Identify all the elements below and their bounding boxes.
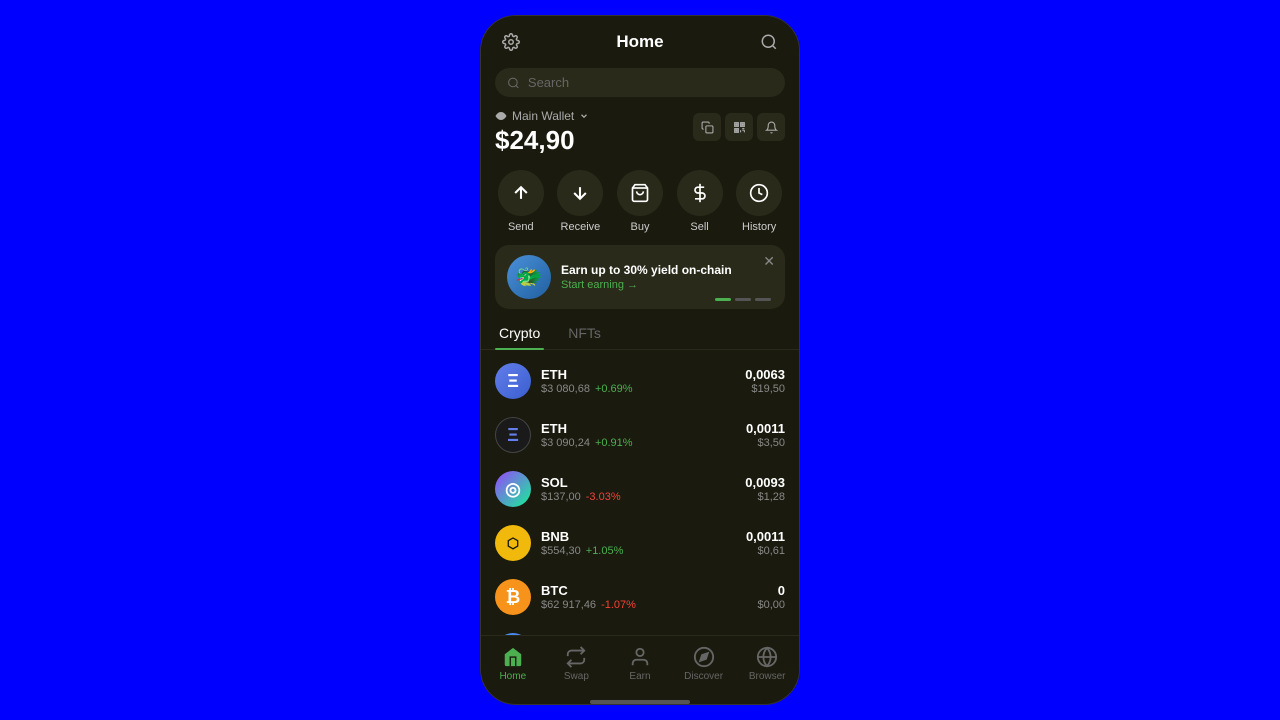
nav-browser-label: Browser [749, 671, 786, 682]
history-label: History [742, 221, 776, 233]
list-item[interactable]: ₿ BTC $62 917,46 -1.07% 0 $0,00 [481, 570, 799, 624]
list-item[interactable]: ◎ SOL $137,00 -3.03% 0,0093 $1,28 [481, 462, 799, 516]
nav-earn-label: Earn [629, 671, 650, 682]
bnb-logo: ⬡ [495, 525, 531, 561]
wallet-action-icons [693, 113, 785, 141]
swap-icon [565, 646, 587, 668]
list-item[interactable]: Ξ ETH $3 090,24 +0.91% 0,0011 $3,50 [481, 408, 799, 462]
bnb-info: BNB $554,30 +1.05% [541, 529, 736, 557]
promo-card[interactable]: 🐲 Earn up to 30% yield on-chain Start ea… [495, 245, 785, 309]
bnb-value: 0,0011 $0,61 [746, 529, 785, 557]
buy-action[interactable]: Buy [617, 170, 663, 233]
nav-discover[interactable]: Discover [672, 642, 736, 686]
browser-icon [756, 646, 778, 668]
eth-info-2: ETH $3 090,24 +0.91% [541, 421, 736, 449]
search-input[interactable] [528, 75, 773, 90]
bottom-nav: Home Swap Earn Discover Br [481, 635, 799, 700]
promo-text: Earn up to 30% yield on-chain Start earn… [561, 263, 732, 291]
page-title: Home [616, 32, 663, 52]
sol-value: 0,0093 $1,28 [745, 475, 785, 503]
earn-icon [629, 646, 651, 668]
search-icon [507, 76, 520, 90]
qr-code-button[interactable] [725, 113, 753, 141]
eth-value-1: 0,0063 $19,50 [745, 367, 785, 395]
home-icon [502, 646, 524, 668]
wallet-label: Main Wallet [495, 109, 589, 123]
chevron-down-icon [579, 111, 589, 121]
eth-logo-2: Ξ [495, 417, 531, 453]
list-item[interactable]: Ξ ETH $3 080,68 +0.69% 0,0063 $19,50 [481, 354, 799, 408]
receive-action[interactable]: Receive [557, 170, 603, 233]
buy-circle [617, 170, 663, 216]
phone-container: Home Main Wallet $24,90 [480, 15, 800, 705]
nav-earn[interactable]: Earn [608, 642, 672, 686]
sol-logo: ◎ [495, 471, 531, 507]
history-circle [736, 170, 782, 216]
eth-value-2: 0,0011 $3,50 [746, 421, 785, 449]
search-bar [495, 68, 785, 97]
receive-label: Receive [561, 221, 601, 233]
eth-logo-1: Ξ [495, 363, 531, 399]
scan-button[interactable] [755, 28, 783, 56]
nav-swap-label: Swap [564, 671, 589, 682]
promo-link[interactable]: Start earning → [561, 279, 732, 291]
promo-close-button[interactable]: ✕ [763, 253, 775, 270]
settings-button[interactable] [497, 28, 525, 56]
nav-swap[interactable]: Swap [545, 642, 609, 686]
receive-circle [557, 170, 603, 216]
send-circle [498, 170, 544, 216]
eye-icon [495, 110, 507, 122]
tab-crypto[interactable]: Crypto [495, 317, 544, 349]
list-item[interactable]: T TWT BNB Smart Chain 0 [481, 624, 799, 635]
notifications-button[interactable] [757, 113, 785, 141]
btc-value: 0 $0,00 [757, 583, 785, 611]
promo-dot-2 [735, 298, 751, 301]
wallet-section: Main Wallet $24,90 [481, 105, 799, 162]
sell-action[interactable]: Sell [677, 170, 723, 233]
actions-row: Send Receive Buy [481, 162, 799, 237]
wallet-balance: $24,90 [495, 125, 589, 156]
promo-title: Earn up to 30% yield on-chain [561, 263, 732, 277]
btc-logo: ₿ [495, 579, 531, 615]
sol-info: SOL $137,00 -3.03% [541, 475, 735, 503]
nav-home[interactable]: Home [481, 642, 545, 686]
send-label: Send [508, 221, 534, 233]
sell-circle [677, 170, 723, 216]
asset-tabs: Crypto NFTs [481, 317, 799, 350]
nav-browser[interactable]: Browser [735, 642, 799, 686]
history-action[interactable]: History [736, 170, 782, 233]
crypto-list: Ξ ETH $3 080,68 +0.69% 0,0063 $19,50 Ξ E… [481, 350, 799, 635]
eth-info-1: ETH $3 080,68 +0.69% [541, 367, 735, 395]
sell-label: Sell [690, 221, 708, 233]
promo-dot-1 [715, 298, 731, 301]
promo-dot-3 [755, 298, 771, 301]
discover-icon [693, 646, 715, 668]
buy-label: Buy [631, 221, 650, 233]
btc-info: BTC $62 917,46 -1.07% [541, 583, 747, 611]
list-item[interactable]: ⬡ BNB $554,30 +1.05% 0,0011 $0,61 [481, 516, 799, 570]
header: Home [481, 16, 799, 64]
nav-home-label: Home [499, 671, 526, 682]
home-indicator [590, 700, 690, 704]
promo-mascot: 🐲 [507, 255, 551, 299]
nav-discover-label: Discover [684, 671, 723, 682]
tab-nfts[interactable]: NFTs [564, 317, 605, 349]
copy-address-button[interactable] [693, 113, 721, 141]
send-action[interactable]: Send [498, 170, 544, 233]
